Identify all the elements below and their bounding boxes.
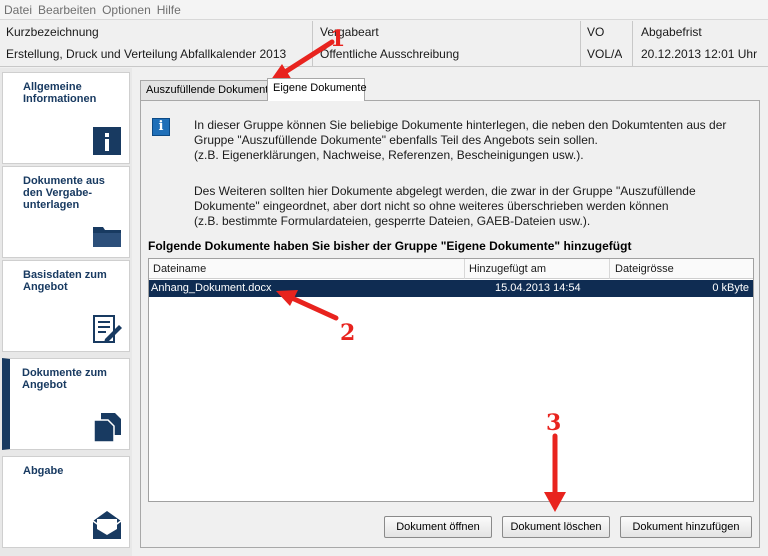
kurzbezeichnung-value: Erstellung, Druck und Verteilung Abfallk… — [6, 47, 287, 61]
abgabefrist-label: Abgabefrist — [641, 25, 702, 39]
vo-label: VO — [587, 25, 605, 39]
section-title: Folgende Dokumente haben Sie bisher der … — [148, 239, 632, 253]
menubar: Datei Bearbeiten Optionen Hilfe — [0, 0, 768, 20]
column-divider[interactable] — [609, 259, 610, 279]
divider — [632, 21, 633, 67]
tender-info-bar: Kurzbezeichnung Erstellung, Druck und Ve… — [0, 21, 768, 67]
annotation-number-2: 2 — [340, 320, 356, 346]
nav-label: Dokumente aus den Vergabe-unterlagen — [23, 175, 105, 211]
info-text-2: Des Weiteren sollten hier Dokumente abge… — [194, 184, 754, 229]
info-line: Dokumente" eingeordnet, aber dort nicht … — [194, 199, 669, 213]
column-header-dateiname[interactable]: Dateiname — [153, 263, 206, 275]
column-divider[interactable] — [464, 259, 465, 279]
folder-icon — [93, 227, 121, 247]
info-line: In dieser Gruppe können Sie beliebige Do… — [194, 118, 727, 132]
nav-dokumente-vergabeunterlagen[interactable]: Dokumente aus den Vergabe-unterlagen — [2, 166, 130, 258]
annotation-number-1: 1 — [330, 26, 346, 52]
open-document-button[interactable]: Dokument öffnen — [384, 516, 492, 538]
nav-dokumente-angebot[interactable]: Dokumente zum Angebot — [2, 358, 130, 450]
kurzbezeichnung-label: Kurzbezeichnung — [6, 25, 99, 39]
edit-document-icon — [93, 315, 122, 343]
sidebar: Allgemeine Informationen Dokumente aus d… — [0, 68, 132, 556]
nav-allgemeine-informationen[interactable]: Allgemeine Informationen — [2, 72, 130, 164]
menu-datei[interactable]: Datei — [4, 3, 32, 17]
delete-document-button[interactable]: Dokument löschen — [502, 516, 610, 538]
info-line: Gruppe "Auszufüllende Dokumente" ebenfal… — [194, 133, 598, 147]
tab-auszufuellende-dokumente[interactable]: Auszufüllende Dokumente — [140, 80, 274, 100]
info-icon — [93, 127, 121, 155]
vergabeart-label: Vergabeart — [320, 25, 379, 39]
menu-optionen[interactable]: Optionen — [102, 3, 151, 17]
nav-basisdaten-angebot[interactable]: Basisdaten zum Angebot — [2, 260, 130, 352]
nav-label: Basisdaten zum Angebot — [23, 269, 107, 293]
envelope-icon — [92, 511, 122, 539]
menu-bearbeiten[interactable]: Bearbeiten — [38, 3, 96, 17]
column-header-hinzugefuegt[interactable]: Hinzugefügt am — [469, 263, 546, 275]
info-icon: i — [152, 118, 170, 136]
tab-eigene-dokumente[interactable]: Eigene Dokumente — [267, 78, 367, 101]
table-row[interactable]: Anhang_Dokument.docx 15.04.2013 14:54 0 … — [149, 280, 753, 297]
divider — [580, 21, 581, 67]
divider — [312, 21, 313, 67]
annotation-number-3: 3 — [546, 410, 562, 436]
add-document-button[interactable]: Dokument hinzufügen — [620, 516, 752, 538]
info-line: (z.B. Eigenerklärungen, Nachweise, Refer… — [194, 148, 584, 162]
info-line: (z.B. bestimmte Formulardateien, gesperr… — [194, 214, 591, 228]
nav-abgabe[interactable]: Abgabe — [2, 456, 130, 548]
documents-table: Dateiname Hinzugefügt am Dateigrösse Anh… — [148, 258, 754, 502]
cell-dateigroesse: 0 kByte — [712, 282, 749, 294]
nav-label: Abgabe — [23, 465, 64, 477]
abgabefrist-value: 20.12.2013 12:01 Uhr — [641, 47, 758, 61]
menu-hilfe[interactable]: Hilfe — [157, 3, 181, 17]
table-header: Dateiname Hinzugefügt am Dateigrösse — [149, 259, 753, 279]
documents-icon — [93, 413, 121, 443]
column-header-dateigroesse[interactable]: Dateigrösse — [615, 263, 674, 275]
nav-label: Allgemeine Informationen — [23, 81, 97, 105]
cell-hinzugefuegt: 15.04.2013 14:54 — [495, 282, 581, 294]
cell-dateiname: Anhang_Dokument.docx — [151, 282, 272, 294]
nav-label: Dokumente zum Angebot — [22, 367, 107, 391]
info-line: Des Weiteren sollten hier Dokumente abge… — [194, 184, 696, 198]
info-text-1: In dieser Gruppe können Sie beliebige Do… — [194, 118, 754, 163]
vo-value: VOL/A — [587, 47, 623, 61]
